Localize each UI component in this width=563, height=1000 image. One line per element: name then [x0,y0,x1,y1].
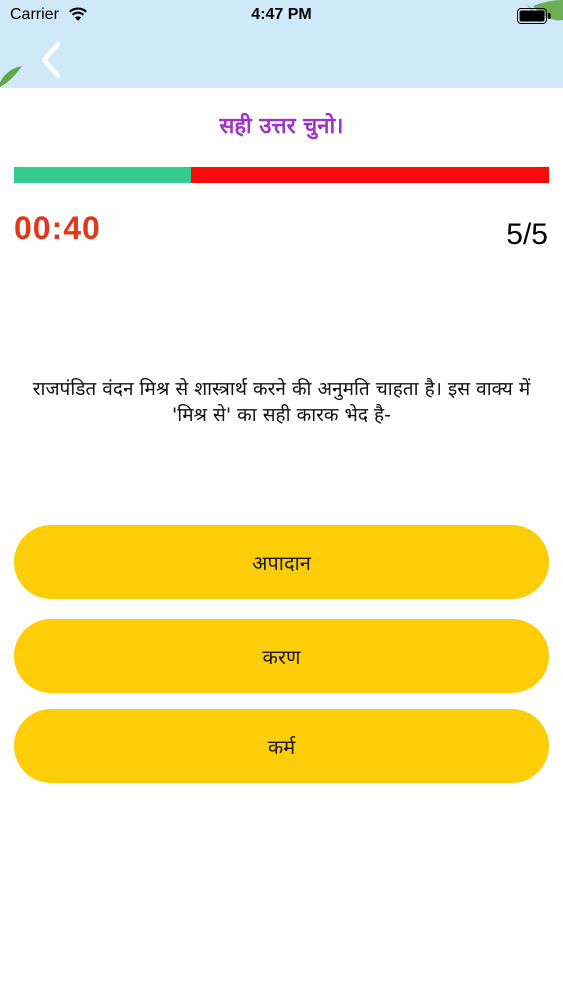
header-bar: Carrier 4:47 PM [0,0,563,88]
back-button[interactable] [28,36,76,84]
question-counter: 5/5 [506,218,548,251]
answer-option-1[interactable]: अपादान [14,525,549,599]
answer-option-3[interactable]: कर्म [14,709,549,783]
answer-option-label: करण [262,644,301,669]
answer-option-label: कर्म [267,734,296,759]
answer-option-2[interactable]: करण [14,619,549,693]
chevron-left-icon [41,41,61,79]
quiz-instruction: सही उत्तर चुनो। [219,114,344,139]
timer-progress-bar [14,167,549,183]
battery-icon [517,8,551,24]
leaf-decoration-icon [0,66,22,87]
timer-progress-fill [14,167,191,183]
status-bar: Carrier 4:47 PM [0,0,563,30]
question-text: राजपंडित वंदन मिश्र से शास्त्रार्थ करने … [32,378,531,426]
answer-option-label: अपादान [252,550,311,575]
countdown-timer: 00:40 [14,210,101,246]
status-time: 4:47 PM [251,6,312,23]
